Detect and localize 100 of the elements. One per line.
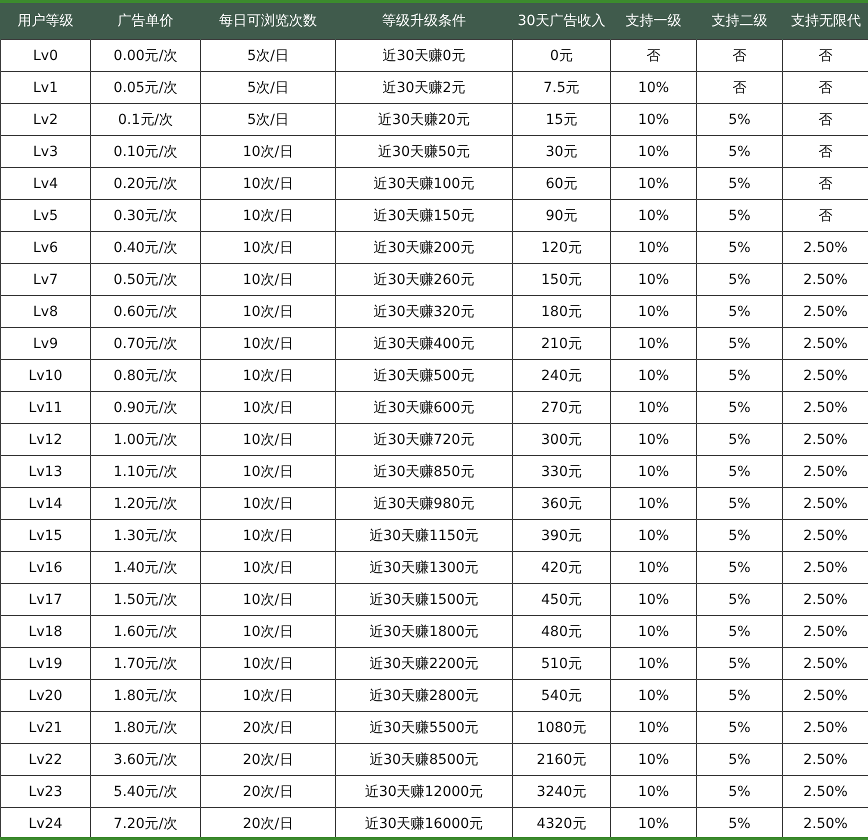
table-cell: 5% xyxy=(696,744,782,776)
table-cell: 10% xyxy=(610,616,696,648)
table-cell: Lv19 xyxy=(0,648,90,680)
table-cell: 480元 xyxy=(512,616,610,648)
table-cell: 近30天赚720元 xyxy=(336,424,512,456)
table-cell: 60元 xyxy=(512,168,610,200)
table-cell: 3240元 xyxy=(512,776,610,808)
table-cell: 10% xyxy=(610,456,696,488)
table-cell: 7.5元 xyxy=(512,72,610,104)
table-cell: 近30天赚850元 xyxy=(336,456,512,488)
table-cell: Lv14 xyxy=(0,488,90,520)
table-cell: 5% xyxy=(696,296,782,328)
table-cell: 10% xyxy=(610,360,696,392)
table-cell: 10次/日 xyxy=(200,520,336,552)
column-header: 广告单价 xyxy=(90,3,200,40)
table-cell: 5% xyxy=(696,200,782,232)
table-cell: 5% xyxy=(696,584,782,616)
table-cell: 0.05元/次 xyxy=(90,72,200,104)
table-cell: 近30天赚150元 xyxy=(336,200,512,232)
table-cell: 近30天赚980元 xyxy=(336,488,512,520)
table-cell: 5次/日 xyxy=(200,40,336,72)
table-cell: 20次/日 xyxy=(200,712,336,744)
table-cell: 1.70元/次 xyxy=(90,648,200,680)
table-cell: Lv3 xyxy=(0,136,90,168)
table-cell: 150元 xyxy=(512,264,610,296)
table-cell: 10次/日 xyxy=(200,680,336,712)
table-cell: 近30天赚1800元 xyxy=(336,616,512,648)
table-cell: 1.80元/次 xyxy=(90,680,200,712)
table-cell: 210元 xyxy=(512,328,610,360)
table-cell: 180元 xyxy=(512,296,610,328)
table-cell: 近30天赚500元 xyxy=(336,360,512,392)
table-cell: 10% xyxy=(610,168,696,200)
table-cell: 1.10元/次 xyxy=(90,456,200,488)
table-cell: 10次/日 xyxy=(200,168,336,200)
table-cell: 330元 xyxy=(512,456,610,488)
table-cell: 近30天赚0元 xyxy=(336,40,512,72)
table-cell: 0.50元/次 xyxy=(90,264,200,296)
table-cell: Lv13 xyxy=(0,456,90,488)
table-cell: 1.60元/次 xyxy=(90,616,200,648)
table-cell: Lv16 xyxy=(0,552,90,584)
table-cell: 2160元 xyxy=(512,744,610,776)
table-cell: Lv1 xyxy=(0,72,90,104)
column-header: 用户等级 xyxy=(0,3,90,40)
table-cell: Lv2 xyxy=(0,104,90,136)
table-cell: Lv12 xyxy=(0,424,90,456)
table-cell: 近30天赚8500元 xyxy=(336,744,512,776)
table-cell: Lv17 xyxy=(0,584,90,616)
table-cell: 0.90元/次 xyxy=(90,392,200,424)
table-cell: Lv20 xyxy=(0,680,90,712)
table-cell: 近30天赚5500元 xyxy=(336,712,512,744)
table-cell: 5% xyxy=(696,104,782,136)
column-header: 30天广告收入 xyxy=(512,3,610,40)
table-cell: 5% xyxy=(696,392,782,424)
table-cell: 10次/日 xyxy=(200,232,336,264)
table-cell: 0.70元/次 xyxy=(90,328,200,360)
table-cell: 10次/日 xyxy=(200,584,336,616)
table-cell: 近30天赚100元 xyxy=(336,168,512,200)
table-cell: 10% xyxy=(610,232,696,264)
table-cell: 390元 xyxy=(512,520,610,552)
table-cell: 近30天赚2800元 xyxy=(336,680,512,712)
table-cell: 10% xyxy=(610,264,696,296)
table-cell: 90元 xyxy=(512,200,610,232)
column-header: 每日可浏览次数 xyxy=(200,3,336,40)
table-cell: 5% xyxy=(696,232,782,264)
table-cell: 10% xyxy=(610,648,696,680)
table-cell: Lv21 xyxy=(0,712,90,744)
table-cell: 5% xyxy=(696,136,782,168)
table-cell: 5% xyxy=(696,168,782,200)
table-cell: 5% xyxy=(696,648,782,680)
table-cell: 10% xyxy=(610,200,696,232)
table-cell: Lv11 xyxy=(0,392,90,424)
table-cell: 近30天赚600元 xyxy=(336,392,512,424)
table-cell: Lv22 xyxy=(0,744,90,776)
table-cell: 近30天赚2200元 xyxy=(336,648,512,680)
table-cell: 510元 xyxy=(512,648,610,680)
table-cell: 1.80元/次 xyxy=(90,712,200,744)
table-cell: Lv23 xyxy=(0,776,90,808)
table-cell: 0.00元/次 xyxy=(90,40,200,72)
table-cell: 10% xyxy=(610,72,696,104)
table-cell: 近30天赚1150元 xyxy=(336,520,512,552)
table-cell: 10次/日 xyxy=(200,200,336,232)
table-cell: 0.30元/次 xyxy=(90,200,200,232)
table-cell: 10次/日 xyxy=(200,616,336,648)
table-cell: 10次/日 xyxy=(200,360,336,392)
table-cell: 1.50元/次 xyxy=(90,584,200,616)
table-cell: 360元 xyxy=(512,488,610,520)
table-cell: 10% xyxy=(610,424,696,456)
table-cell: 0.60元/次 xyxy=(90,296,200,328)
table-cell: Lv6 xyxy=(0,232,90,264)
column-header: 支持无限代 xyxy=(782,3,868,40)
table-cell: 10次/日 xyxy=(200,552,336,584)
table-cell: 10% xyxy=(610,296,696,328)
table-cell: 10% xyxy=(610,744,696,776)
table-cell: 10次/日 xyxy=(200,136,336,168)
table-cell: Lv7 xyxy=(0,264,90,296)
table-cell: 5% xyxy=(696,520,782,552)
table-cell: 5% xyxy=(696,360,782,392)
table-cell: 5次/日 xyxy=(200,72,336,104)
table-cell: 30元 xyxy=(512,136,610,168)
table-cell: 否 xyxy=(696,72,782,104)
